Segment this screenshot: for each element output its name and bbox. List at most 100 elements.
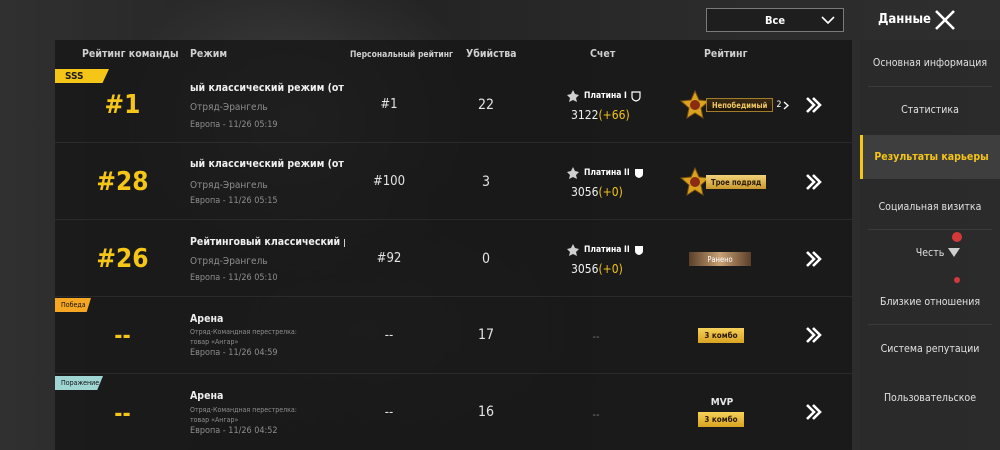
rating-medal: Непобедимый 2 [680,90,789,120]
mode-map: Отряд-Эрангель [190,180,268,191]
score-value: 3056(+0) [571,262,623,276]
kills-count: 17 [477,327,495,343]
notification-dot [954,277,960,283]
column-header-score: Счет [590,48,616,60]
tier-name: Платина II [584,168,630,178]
chevron-right-icon[interactable] [804,403,822,421]
score-delta: (+66) [598,108,630,122]
row-divider [55,373,852,374]
sidebar-item-basic-info[interactable]: Основная информация [860,48,1000,78]
shield-icon [631,90,641,102]
row-divider [55,296,852,297]
match-date: Европа - 11/26 04:59 [190,348,278,358]
sidebar-item-honor[interactable]: Честь [860,238,1000,268]
personal-rank: -- [384,405,394,420]
chevron-down-icon [821,16,835,25]
defeat-badge: Поражение [55,376,103,390]
chevron-right-icon[interactable] [804,173,822,191]
match-date: Европа - 11/26 05:15 [190,196,278,206]
mode-map: Отряд-Командная перестрелка: товар «Анга… [190,328,297,346]
match-date: Европа - 11/26 05:10 [190,273,278,283]
chevron-right-icon[interactable] [804,326,822,344]
kills-count: 16 [477,404,495,420]
medal-label: 3 комбо [698,328,744,343]
shield-icon [634,245,643,255]
mode-map: Отряд-Эрангель [190,256,268,267]
tier-name: Платина II [584,245,630,255]
personal-rank: #100 [372,174,406,189]
mode-title: ый классический режим (от 3-го л [190,158,345,170]
score-value: -- [592,408,600,421]
column-header-personal-rank: Персональный рейтинг [350,50,454,60]
score-points: 3056 [571,262,599,276]
more-medals-count: 2 [776,100,782,110]
score-points: 3056 [571,185,599,199]
sidebar-item-social-card[interactable]: Социальная визитка [860,192,1000,222]
match-filter-dropdown[interactable]: Все [706,8,844,32]
sidebar-item-career-results[interactable]: Результаты карьеры [860,135,1000,179]
platinum-tier-icon [567,244,579,256]
personal-rank: #1 [380,97,398,112]
score-delta: (+0) [598,262,623,276]
sidebar-item-close-relations[interactable]: Близкие отношения [860,287,1000,317]
kills-count: 22 [477,97,495,113]
chevron-right-icon [783,100,789,110]
column-header-mode: Режим [190,48,228,60]
tier-label: Платина II [566,166,644,180]
sss-badge: SSS [55,69,109,83]
score-points: 3122 [571,108,599,122]
personal-rank: -- [384,328,394,343]
column-header-rating: Рейтинг [704,48,748,60]
column-header-kills: Убийства [466,48,517,60]
more-medals[interactable]: 2 [776,100,789,110]
chevron-right-icon[interactable] [804,250,822,268]
row-divider [55,219,852,220]
platinum-tier-icon [567,90,579,102]
column-header-team-rank: Рейтинг команды [82,48,179,60]
sidebar-divider [868,324,992,325]
kills-count: 0 [481,251,490,267]
kills-count: 3 [481,174,490,190]
mode-map: Отряд-Эрангель [190,102,268,113]
sidebar-item-custom[interactable]: Пользовательское [860,383,1000,413]
medal-label: Трое подряд [706,175,767,189]
mode-title: ый классический режим (от 3-го [190,82,345,94]
tier-name: Платина I [584,91,627,101]
match-date: Европа - 11/26 04:52 [190,426,278,436]
mode-title: Арена [190,313,224,325]
sidebar-item-reputation[interactable]: Система репутации [860,334,1000,364]
sidebar-divider [868,229,992,230]
page-title: Данные [878,12,931,27]
close-icon[interactable] [933,8,957,32]
team-rank: #28 [96,167,149,197]
sidebar-item-statistics[interactable]: Статистика [860,95,1000,125]
medal-label: 3 комбо [698,412,744,427]
team-rank: #1 [104,90,141,120]
score-value: 3122(+66) [571,108,630,122]
score-value: 3056(+0) [571,185,623,199]
team-rank: #26 [96,244,149,274]
mode-title: Арена [190,390,224,402]
expand-triangle-icon[interactable] [948,248,960,257]
platinum-tier-icon [567,167,579,179]
personal-rank: #92 [376,251,402,266]
rating-medal: Трое подряд [680,167,767,197]
team-rank: -- [114,324,131,349]
mode-title: Рейтинговый классический режим [190,236,345,248]
tier-label: Платина I [566,89,641,103]
chevron-right-icon[interactable] [804,96,822,114]
medal-label: Ранено [689,252,751,266]
mvp-label: MVP [710,397,734,408]
victory-badge: Победа [55,298,91,312]
score-delta: (+0) [598,185,623,199]
mode-map: Отряд-Командная перестрелка: товар «Анга… [190,406,297,424]
shield-icon [634,168,643,178]
match-date: Европа - 11/26 05:19 [190,120,278,130]
match-filter-value: Все [764,13,786,27]
row-divider [55,142,852,143]
medal-label: Непобедимый [706,98,774,112]
team-rank: -- [114,402,131,427]
notification-dot [952,232,962,242]
tier-label: Платина II [566,243,644,257]
score-value: -- [592,330,600,343]
